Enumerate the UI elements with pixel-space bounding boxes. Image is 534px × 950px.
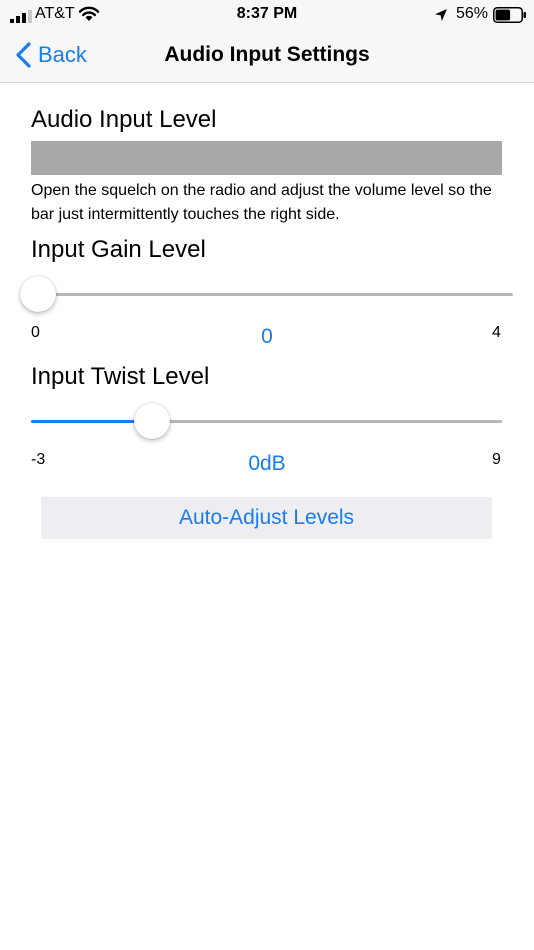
audio-input-level-title: Audio Input Level [31,106,217,133]
navigation-bar: Back Audio Input Settings [0,30,534,83]
input-twist-slider[interactable] [31,401,502,441]
input-gain-title: Input Gain Level [31,236,206,263]
slider-track [31,293,513,296]
page-title: Audio Input Settings [164,43,370,66]
location-arrow-icon [435,9,447,21]
gain-value-label: 0 [261,325,273,348]
twist-value-label: 0dB [248,452,286,475]
input-gain-slider[interactable] [20,274,513,314]
audio-level-bar [31,141,502,175]
slider-thumb[interactable] [134,403,171,439]
instructions-text: Open the squelch on the radio and adjust… [31,182,492,223]
status-time: 8:37 PM [236,5,298,22]
battery-percent: 56% [456,5,489,22]
status-bar: AT&T 8:37 PM 56% [0,0,534,30]
auto-adjust-button[interactable]: Auto-Adjust Levels [41,497,492,539]
gain-max-label: 4 [492,324,501,341]
battery-icon [493,7,526,23]
input-twist-title: Input Twist Level [31,363,210,390]
slider-thumb[interactable] [20,276,56,312]
twist-max-label: 9 [492,451,501,468]
